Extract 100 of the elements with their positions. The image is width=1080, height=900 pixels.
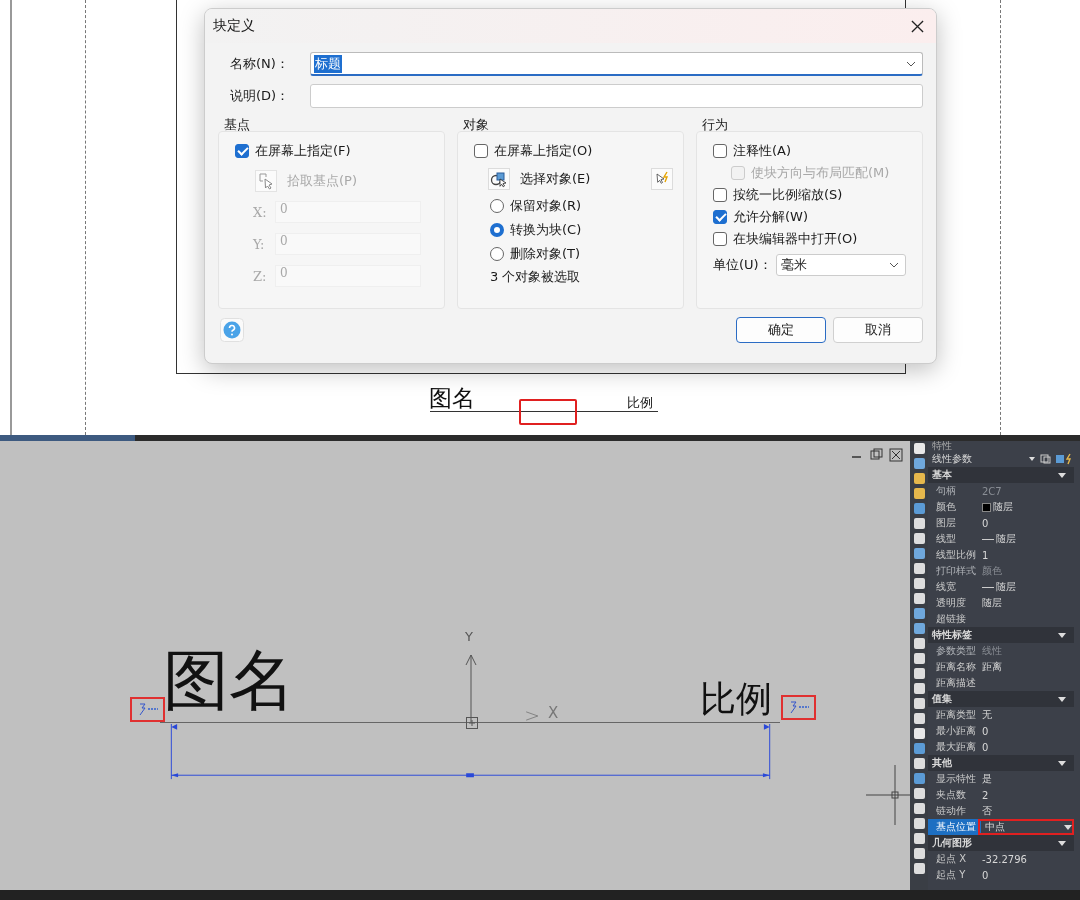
- property-label: 颜色: [935, 500, 957, 514]
- checkbox[interactable]: [713, 210, 727, 224]
- parameter-grip-icon[interactable]: [130, 697, 165, 722]
- radio-button[interactable]: [490, 247, 504, 261]
- tool-icon[interactable]: [913, 848, 925, 859]
- tool-icon[interactable]: [913, 803, 925, 814]
- object-type-dropdown[interactable]: 线性参数: [932, 452, 972, 466]
- tool-icon[interactable]: [913, 713, 925, 724]
- caret-icon: [1058, 840, 1066, 846]
- dropdown-icon[interactable]: [1064, 824, 1072, 830]
- property-value: 中点: [985, 820, 1005, 834]
- property-label: 句柄: [935, 484, 957, 498]
- parameter-grip-icon[interactable]: [781, 695, 816, 720]
- caret-icon: [888, 262, 899, 268]
- checkbox-label: 允许分解(W): [733, 208, 808, 226]
- tool-icon[interactable]: [913, 623, 925, 634]
- close-icon[interactable]: [911, 19, 924, 33]
- checkbox[interactable]: [474, 144, 488, 158]
- section-header[interactable]: 值集: [928, 691, 1074, 707]
- checkbox[interactable]: [713, 232, 727, 246]
- property-label: 起点 X: [935, 852, 968, 866]
- tool-icon[interactable]: [913, 698, 925, 709]
- property-value: 线性: [982, 644, 1002, 658]
- tool-icon[interactable]: [913, 788, 925, 799]
- tool-icon[interactable]: [913, 683, 925, 694]
- tool-icon[interactable]: [913, 833, 925, 844]
- tool-icon[interactable]: [913, 458, 925, 469]
- tool-icon[interactable]: [913, 653, 925, 664]
- panel-title: 特性: [931, 441, 953, 451]
- tool-icon[interactable]: [913, 863, 925, 874]
- tool-icon[interactable]: [913, 473, 925, 484]
- checkbox-label: 在块编辑器中打开(O): [733, 230, 858, 248]
- highlight-box: [519, 399, 577, 425]
- caret-icon: [1058, 472, 1066, 478]
- radio-label: 删除对象(T): [510, 245, 581, 263]
- line-sample-icon: [982, 538, 994, 540]
- property-value: 随层: [996, 532, 1016, 546]
- tool-icon[interactable]: [913, 638, 925, 649]
- caret-icon: [1058, 632, 1066, 638]
- checkbox[interactable]: [713, 188, 727, 202]
- section-header[interactable]: 基本: [928, 467, 1074, 483]
- property-value: 0: [982, 869, 989, 881]
- property-label: 线型: [935, 532, 957, 546]
- property-value: 否: [982, 804, 992, 818]
- property-label: 起点 Y: [935, 868, 967, 882]
- section-header[interactable]: 特性标签: [928, 627, 1074, 643]
- name-combo-field[interactable]: 标题: [310, 52, 923, 76]
- property-label: 链动作: [935, 804, 967, 818]
- checkbox-label: 按统一比例缩放(S): [733, 186, 843, 204]
- pick-point-label: 拾取基点(P): [287, 172, 357, 190]
- property-label: 最小距离: [935, 724, 977, 738]
- checkbox[interactable]: [235, 144, 249, 158]
- tool-icon[interactable]: [913, 533, 925, 544]
- coordinate-label: Y:: [252, 236, 266, 252]
- select-objects-icon[interactable]: [488, 168, 510, 190]
- property-label: 基点位置: [928, 819, 978, 835]
- cursor-icon[interactable]: [255, 170, 277, 192]
- property-label: 透明度: [935, 596, 967, 610]
- tool-icon[interactable]: [913, 743, 925, 754]
- caret-icon: [1058, 760, 1066, 766]
- tool-icon[interactable]: [913, 593, 925, 604]
- title-text: 图名: [163, 641, 295, 721]
- description-field[interactable]: [310, 84, 923, 108]
- tool-icon[interactable]: [913, 668, 925, 679]
- tool-icon[interactable]: [913, 578, 925, 589]
- tool-icon[interactable]: [913, 563, 925, 574]
- property-label: 最大距离: [935, 740, 977, 754]
- tool-icon[interactable]: [913, 443, 925, 454]
- property-value: 2: [982, 789, 989, 801]
- checkbox[interactable]: [713, 144, 727, 158]
- checkbox-label: 在屏幕上指定(F): [255, 142, 351, 160]
- unit-dropdown[interactable]: 毫米: [775, 254, 906, 276]
- radio-label: 保留对象(R): [510, 197, 582, 215]
- tool-icon[interactable]: [913, 773, 925, 784]
- checkbox-label: 注释性(A): [733, 142, 792, 160]
- name-label: 名称(N)：: [230, 55, 290, 73]
- axis-label: Y: [465, 629, 473, 644]
- radio-button[interactable]: [490, 199, 504, 213]
- help-icon[interactable]: [220, 318, 244, 342]
- tool-icon[interactable]: [913, 548, 925, 559]
- tool-icon[interactable]: [913, 518, 925, 529]
- property-value: 随层: [996, 580, 1016, 594]
- property-label: 夹点数: [935, 788, 967, 802]
- property-value: 距离: [982, 660, 1002, 674]
- description-label: 说明(D)：: [230, 87, 291, 105]
- tool-icon[interactable]: [913, 728, 925, 739]
- section-header[interactable]: 其他: [928, 755, 1074, 771]
- tool-icon[interactable]: [913, 488, 925, 499]
- radio-button[interactable]: [490, 223, 504, 237]
- dialog-button[interactable]: 取消: [833, 317, 923, 343]
- tool-icon[interactable]: [913, 608, 925, 619]
- section-header[interactable]: 几何图形: [928, 835, 1074, 851]
- quick-select-icon[interactable]: [651, 168, 673, 190]
- dialog-button[interactable]: 确定: [736, 317, 826, 343]
- tool-icon[interactable]: [913, 818, 925, 829]
- coordinate-label: X:: [252, 204, 268, 220]
- property-value: 0: [982, 725, 989, 737]
- tool-icon[interactable]: [913, 758, 925, 769]
- checkbox-label: 在屏幕上指定(O): [494, 142, 593, 160]
- tool-icon[interactable]: [913, 503, 925, 514]
